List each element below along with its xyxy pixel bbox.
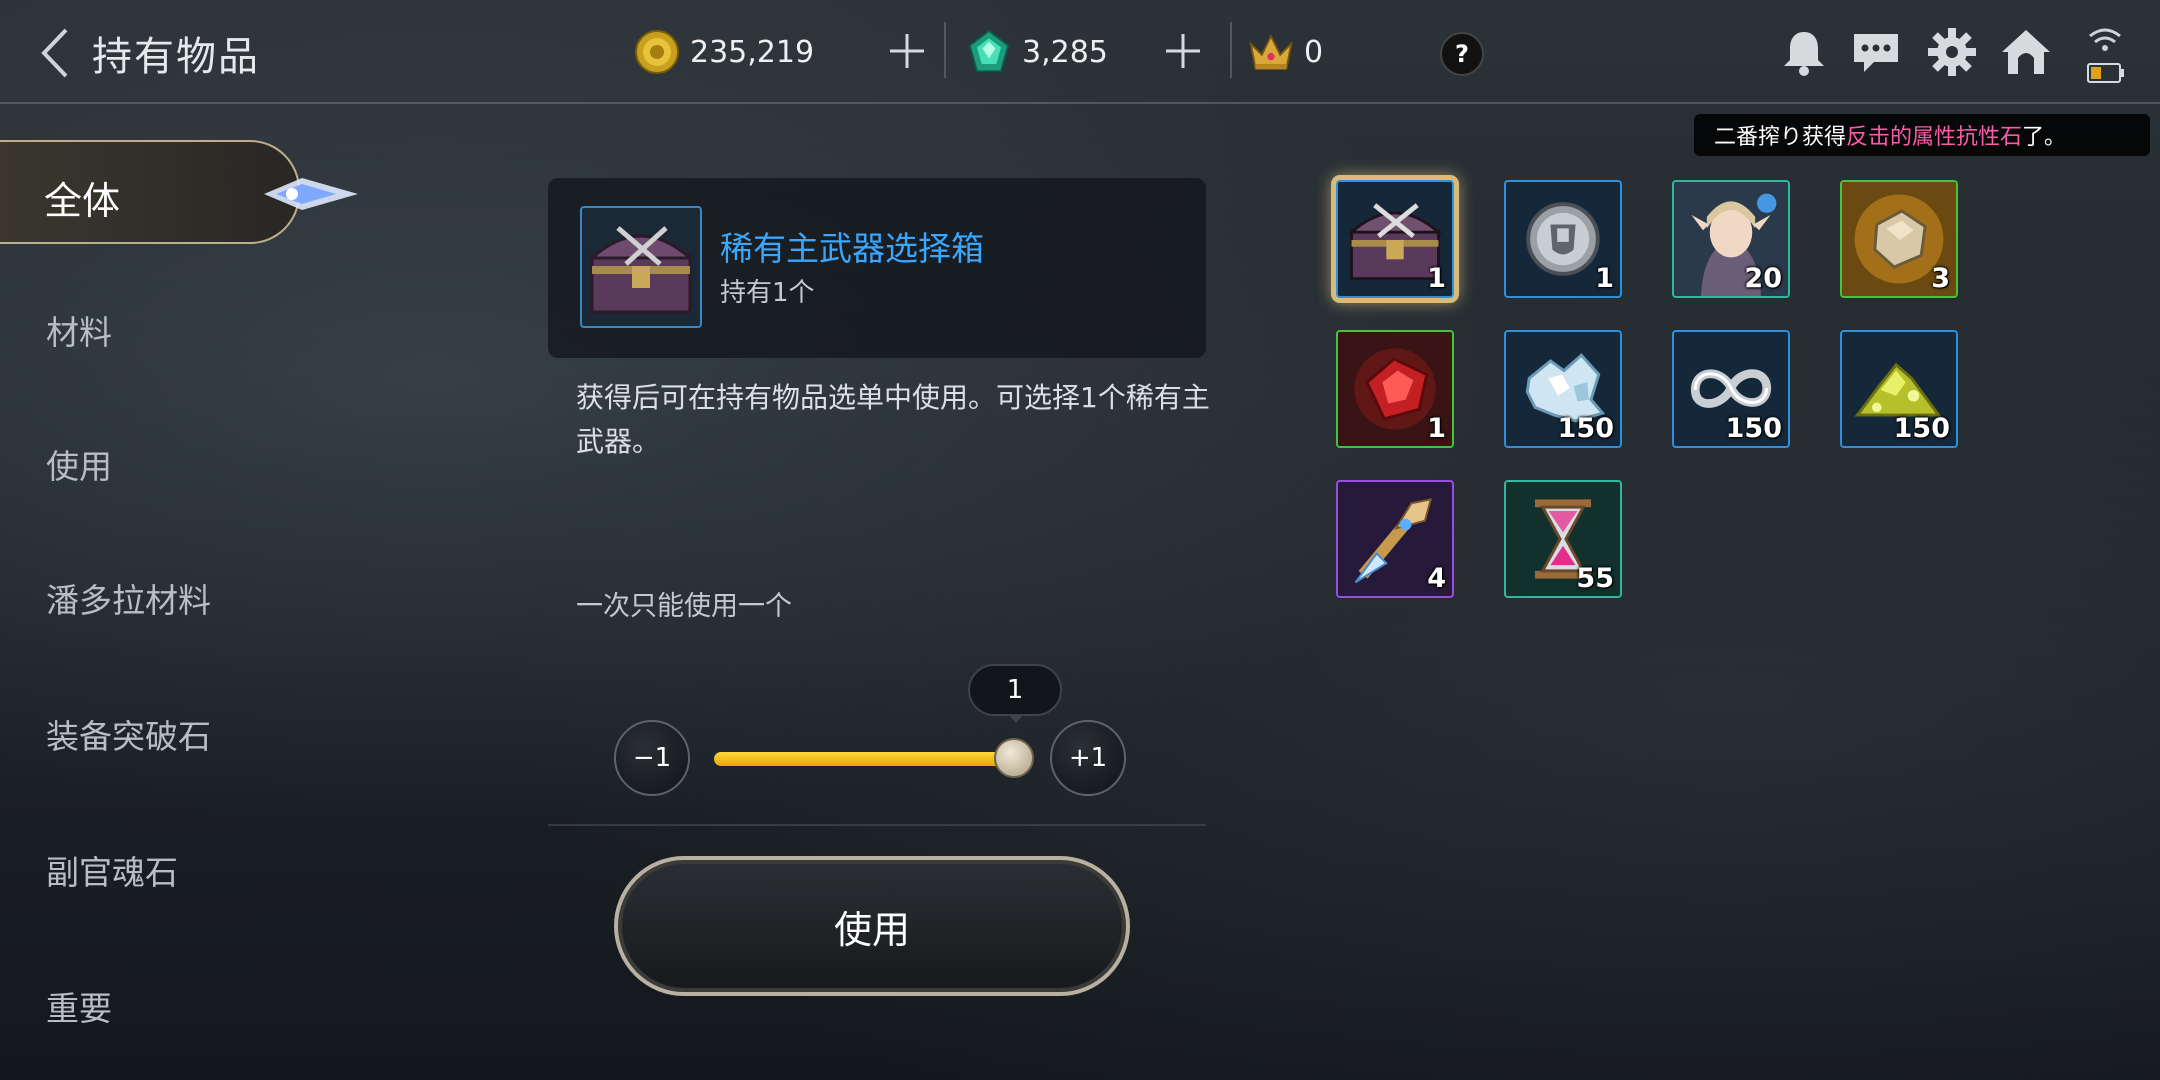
inventory-slot[interactable]: 1 [1336, 330, 1454, 448]
item-count: 1 [1427, 413, 1446, 444]
plus-icon [890, 34, 924, 68]
item-count: 1 [1595, 263, 1614, 294]
crown-amount: 0 [1304, 34, 1324, 70]
crown-icon [1248, 29, 1294, 75]
item-count: 150 [1893, 413, 1950, 444]
increase-quantity-button[interactable]: +1 [1050, 720, 1126, 796]
inventory-slot[interactable]: 150 [1504, 330, 1622, 448]
add-gems-button[interactable] [1156, 24, 1210, 78]
item-count: 150 [1557, 413, 1614, 444]
gem-currency: 3,285 [966, 28, 1108, 76]
item-count: 150 [1725, 413, 1782, 444]
inventory-slot[interactable]: 55 [1504, 480, 1622, 598]
divider [944, 22, 946, 78]
inventory-slot[interactable]: 4 [1336, 480, 1454, 598]
crown-currency: 0 [1248, 28, 1323, 76]
help-icon[interactable]: ? [1440, 32, 1484, 76]
notice-toast: 二番搾り获得 反击的属性抗性石 了。 [1694, 114, 2150, 156]
home-icon[interactable] [2000, 26, 2052, 78]
back-button[interactable] [36, 26, 76, 80]
usage-limit-note: 一次只能使用一个 [576, 591, 792, 622]
divider [548, 824, 1206, 826]
gold-currency: 235,219 [634, 28, 814, 76]
inventory-slot[interactable]: 3 [1840, 180, 1958, 298]
quantity-slider-thumb[interactable] [994, 738, 1034, 778]
item-name: 稀有主武器选择箱 [720, 229, 984, 268]
sidebar-item-pandora-materials[interactable]: 潘多拉材料 [46, 574, 211, 622]
inventory-slot[interactable]: 150 [1840, 330, 1958, 448]
inventory-slot[interactable]: 1 [1504, 180, 1622, 298]
sidebar-item-materials[interactable]: 材料 [46, 306, 112, 354]
chat-icon[interactable] [1850, 26, 1902, 78]
treasure-chest-icon [580, 206, 702, 328]
notice-prefix: 二番搾り获得 [1714, 125, 1847, 150]
add-gold-button[interactable] [880, 24, 934, 78]
wing-ornament-icon [264, 178, 358, 210]
item-count: 20 [1744, 263, 1782, 294]
item-count: 55 [1576, 563, 1614, 594]
notice-suffix: 了。 [2022, 125, 2067, 150]
sidebar-item-all[interactable]: 全体 [0, 140, 358, 244]
quantity-slider-fill [714, 752, 1014, 766]
sidebar-item-breakthrough-stones[interactable]: 装备突破石 [46, 710, 211, 758]
notice-highlight: 反击的属性抗性石 [1846, 125, 2023, 150]
inventory-slot[interactable]: 1 [1336, 180, 1454, 298]
sidebar-item-label: 全体 [44, 179, 121, 223]
bubble-tail [1008, 714, 1024, 723]
item-owned-count: 持有1个 [720, 278, 815, 308]
page-title: 持有物品 [92, 34, 260, 80]
gold-coin-icon [634, 29, 680, 75]
divider [1230, 22, 1232, 78]
item-count: 3 [1931, 263, 1950, 294]
chevron-left-icon [41, 28, 68, 78]
emerald-gem-icon [966, 29, 1012, 75]
sidebar-item-important[interactable]: 重要 [46, 982, 112, 1030]
notification-bell-icon[interactable] [1778, 26, 1830, 78]
gold-amount: 235,219 [690, 34, 815, 70]
item-description: 获得后可在持有物品选单中使用。可选择1个稀有主武器。 [576, 381, 1210, 458]
quantity-bubble: 1 [968, 664, 1062, 716]
settings-gear-icon[interactable] [1926, 26, 1978, 78]
sidebar-item-use[interactable]: 使用 [46, 440, 112, 488]
item-count: 4 [1427, 563, 1446, 594]
gem-amount: 3,285 [1022, 34, 1108, 70]
plus-icon [1166, 34, 1200, 68]
inventory-slot[interactable]: 20 [1672, 180, 1790, 298]
use-button[interactable]: 使用 [614, 856, 1130, 996]
wifi-battery-status-icon [2084, 22, 2126, 86]
sidebar-item-adjutant-soulstones[interactable]: 副官魂石 [46, 846, 178, 894]
decrease-quantity-button[interactable]: −1 [614, 720, 690, 796]
item-count: 1 [1427, 263, 1446, 294]
inventory-slot[interactable]: 150 [1672, 330, 1790, 448]
